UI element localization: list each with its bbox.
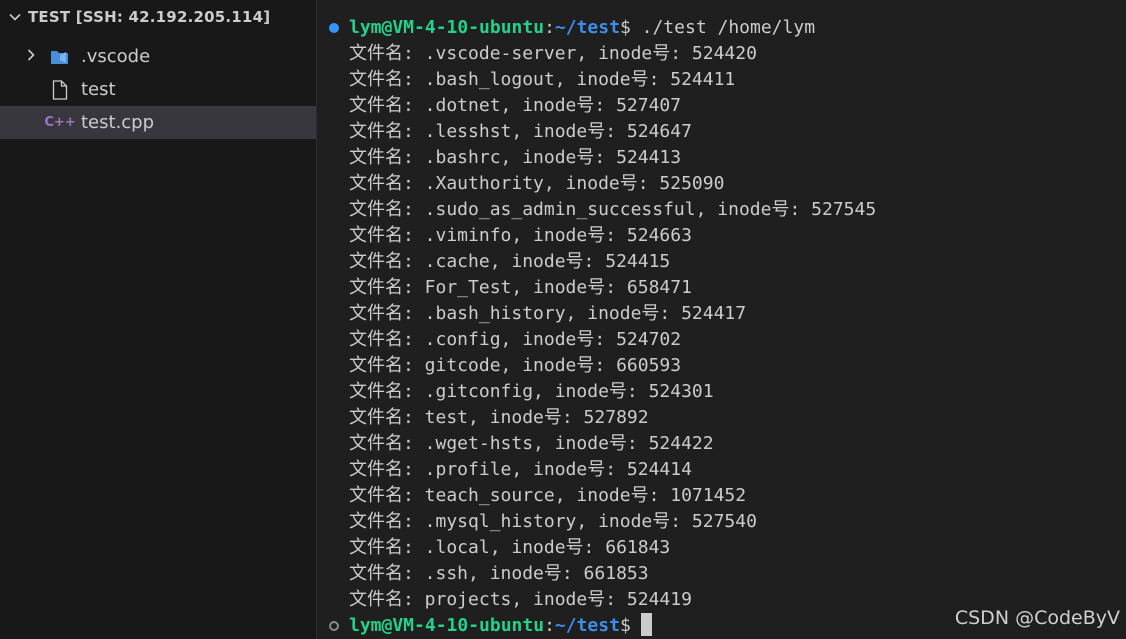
terminal-output-line: 文件名: .bash_history, inode号: 524417	[349, 303, 747, 324]
terminal-output-line: 文件名: .sudo_as_admin_successful, inode号: …	[349, 199, 877, 220]
terminal-panel[interactable]: lym@VM-4-10-ubuntu:~/test$ ./test /home/…	[318, 0, 1126, 639]
prompt-dollar: $	[619, 17, 631, 38]
vscode-folder-icon	[50, 46, 70, 68]
explorer-panel: TEST [SSH: 42.192.205.114] .vscode test …	[0, 0, 317, 639]
prompt-dollar: $	[619, 615, 631, 636]
prompt-user: lym@VM-4-10-ubuntu	[349, 615, 545, 636]
terminal-output-line: 文件名: .config, inode号: 524702	[349, 329, 682, 350]
watermark: CSDN @CodeByV	[954, 607, 1120, 629]
chevron-down-icon	[6, 10, 24, 24]
workspace-title: TEST [SSH: 42.192.205.114]	[28, 8, 271, 26]
cpp-file-icon: C++	[44, 112, 75, 134]
terminal-output-line: 文件名: .gitconfig, inode号: 524301	[349, 381, 714, 402]
prompt-separator: :	[544, 615, 555, 636]
tree-item-label: .vscode	[81, 46, 151, 67]
tree-item-test-cpp[interactable]: C++ test.cpp	[0, 106, 316, 139]
terminal-output-line: 文件名: .lesshst, inode号: 524647	[349, 121, 692, 142]
terminal-output-line: 文件名: .Xauthority, inode号: 525090	[349, 173, 725, 194]
terminal-output-line: 文件名: .dotnet, inode号: 527407	[349, 95, 682, 116]
terminal-output-line: 文件名: .mysql_history, inode号: 527540	[349, 511, 757, 532]
command-text: ./test /home/lym	[630, 17, 816, 38]
cpp-icon-text: C++	[44, 115, 76, 130]
terminal-output-line: 文件名: .viminfo, inode号: 524663	[349, 225, 692, 246]
tree-item-label: test	[81, 79, 116, 100]
terminal-prompt-line: lym@VM-4-10-ubuntu:~/test$	[349, 613, 652, 639]
terminal-output-line: 文件名: .bash_logout, inode号: 524411	[349, 69, 736, 90]
terminal-output-line: 文件名: .profile, inode号: 524414	[349, 459, 692, 480]
tree-item-test-file[interactable]: test	[0, 73, 316, 106]
terminal-output-line: 文件名: teach_source, inode号: 1071452	[349, 485, 747, 506]
prompt-path: ~/test	[554, 615, 620, 636]
command-pending-decoration-icon[interactable]	[329, 621, 339, 631]
tree-item-vscode-folder[interactable]: .vscode	[0, 40, 316, 73]
terminal-cursor	[640, 613, 652, 636]
terminal-output-line: 文件名: projects, inode号: 524419	[349, 589, 692, 610]
terminal-output-line: 文件名: .ssh, inode号: 661853	[349, 563, 649, 584]
prompt-path: ~/test	[554, 17, 620, 38]
terminal-output-line: 文件名: .wget-hsts, inode号: 524422	[349, 433, 714, 454]
terminal-command-line: lym@VM-4-10-ubuntu:~/test$ ./test /home/…	[349, 15, 815, 41]
terminal-output-line: 文件名: .cache, inode号: 524415	[349, 251, 671, 272]
terminal-output-line: 文件名: .bashrc, inode号: 524413	[349, 147, 682, 168]
chevron-right-icon	[24, 47, 40, 66]
file-icon	[50, 79, 70, 101]
terminal-output-line: 文件名: gitcode, inode号: 660593	[349, 355, 682, 376]
tree-item-label: test.cpp	[81, 112, 155, 133]
prompt-separator: :	[544, 17, 555, 38]
terminal-output-line: 文件名: .vscode-server, inode号: 524420	[349, 43, 757, 64]
command-success-decoration-icon[interactable]	[329, 23, 339, 33]
terminal-output-line: 文件名: For_Test, inode号: 658471	[349, 277, 692, 298]
terminal-output-line: 文件名: test, inode号: 527892	[349, 407, 649, 428]
prompt-user: lym@VM-4-10-ubuntu	[349, 17, 545, 38]
explorer-header[interactable]: TEST [SSH: 42.192.205.114]	[0, 0, 316, 34]
terminal-output-line: 文件名: .local, inode号: 661843	[349, 537, 671, 558]
